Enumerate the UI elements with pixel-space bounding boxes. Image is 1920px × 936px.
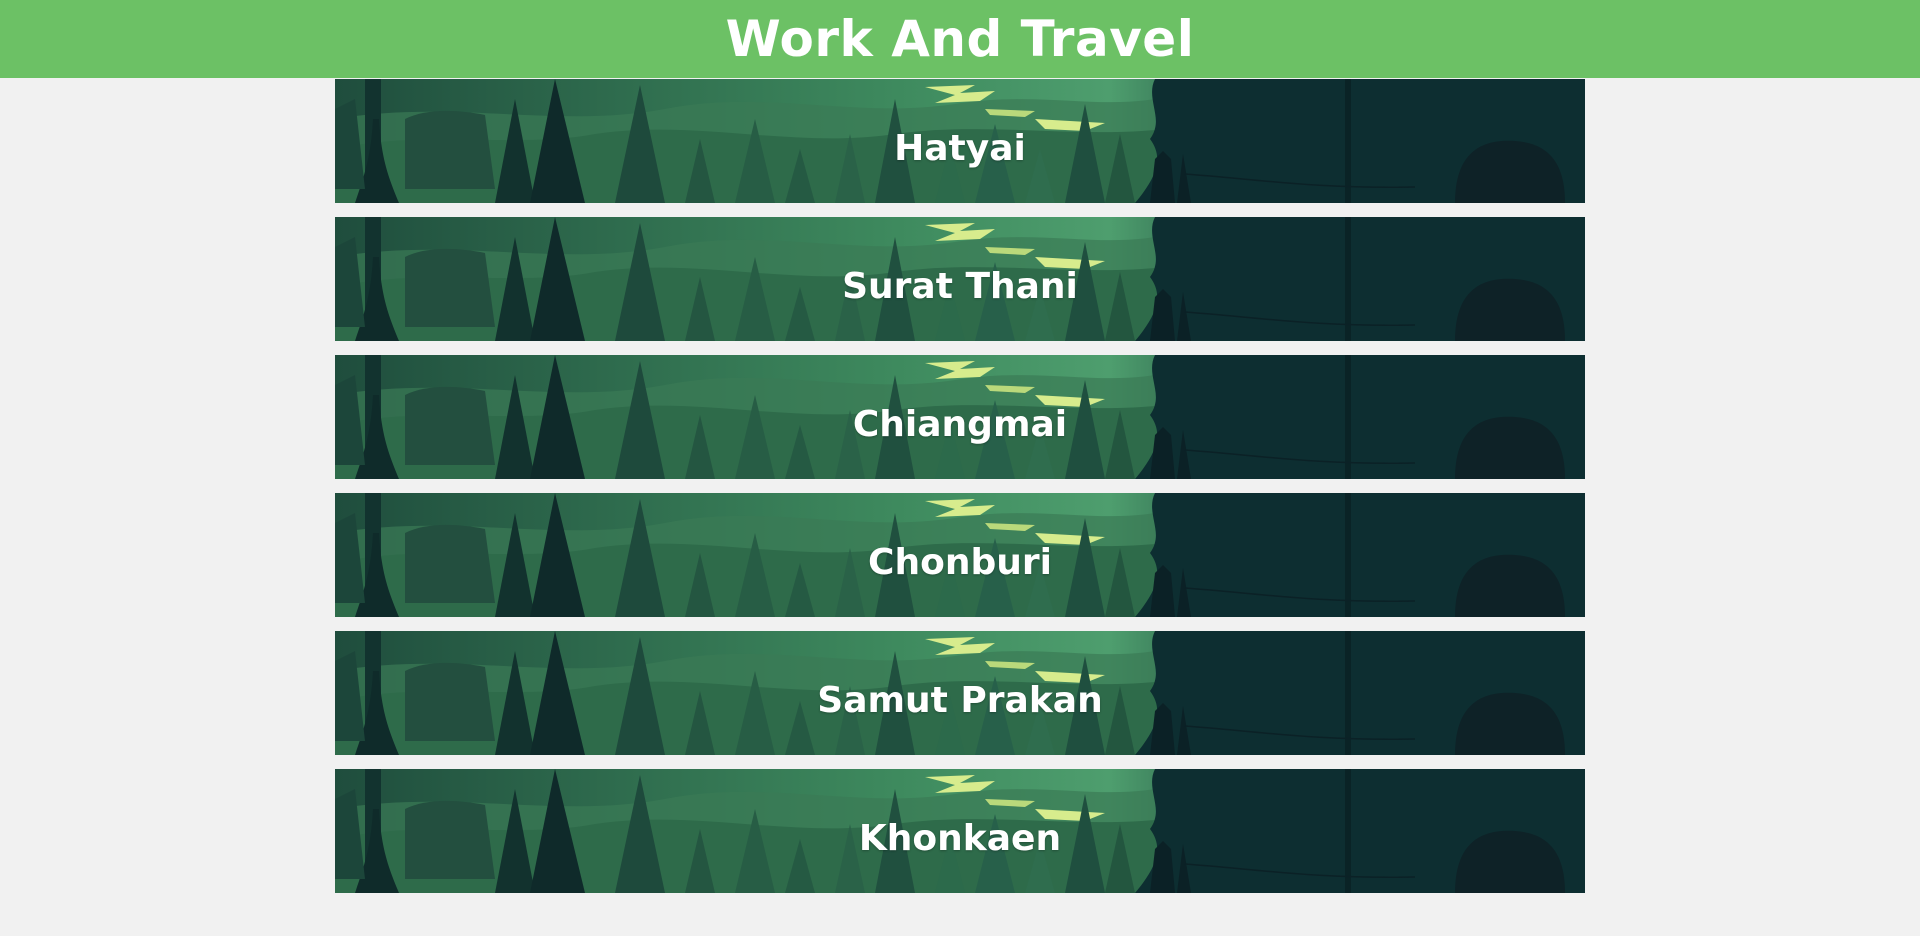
city-list: Hatyai Surat Thani Chiangmai Chonburi Sa… xyxy=(335,79,1585,907)
city-card-chiangmai[interactable]: Chiangmai xyxy=(335,355,1585,479)
city-card-hatyai[interactable]: Hatyai xyxy=(335,79,1585,203)
city-name: Surat Thani xyxy=(842,265,1078,307)
app-header: Work And Travel xyxy=(0,0,1920,78)
city-name: Chonburi xyxy=(868,541,1052,583)
city-name: Hatyai xyxy=(894,127,1026,169)
city-card-surat-thani[interactable]: Surat Thani xyxy=(335,217,1585,341)
city-name: Samut Prakan xyxy=(817,679,1103,721)
city-card-chonburi[interactable]: Chonburi xyxy=(335,493,1585,617)
city-name: Chiangmai xyxy=(852,403,1068,445)
city-name: Khonkaen xyxy=(858,817,1062,859)
city-card-khonkaen[interactable]: Khonkaen xyxy=(335,769,1585,893)
city-card-samut-prakan[interactable]: Samut Prakan xyxy=(335,631,1585,755)
page-title: Work And Travel xyxy=(725,10,1195,68)
